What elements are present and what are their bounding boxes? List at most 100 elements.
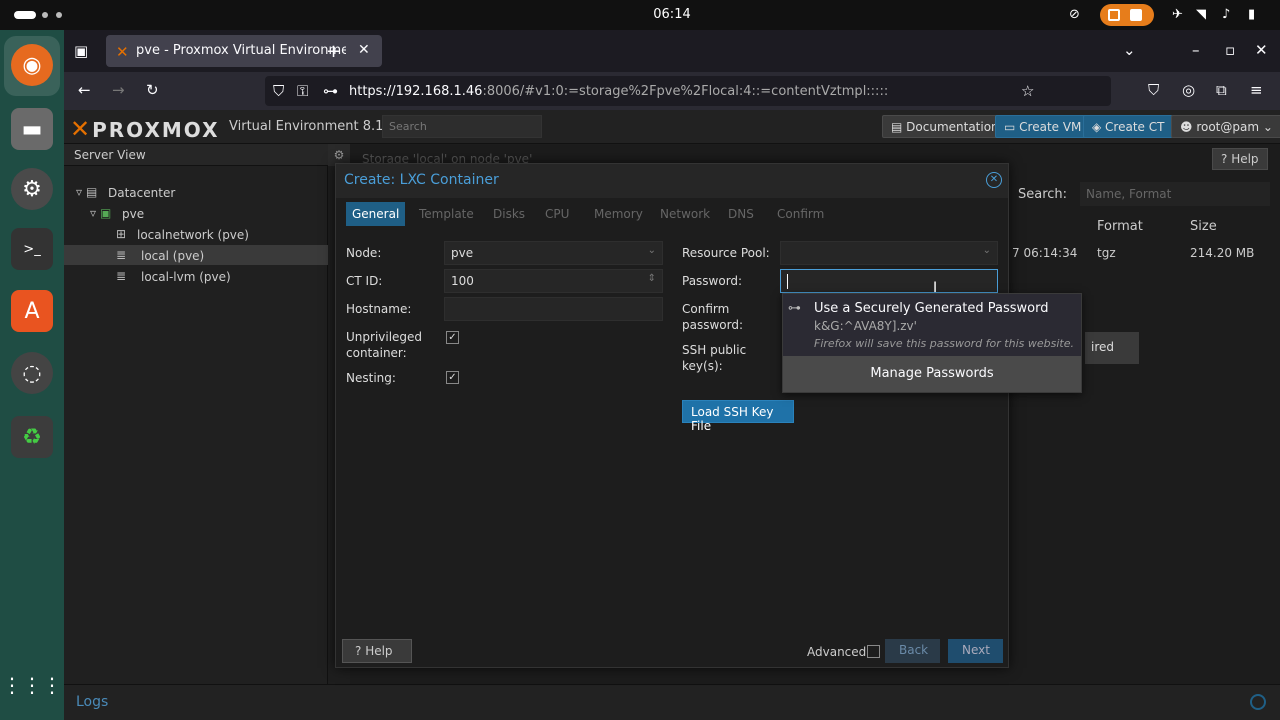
workspace-dot[interactable] <box>42 12 48 18</box>
back-icon[interactable]: ← <box>78 81 91 99</box>
app-center-icon[interactable]: A <box>11 290 53 332</box>
tab-general[interactable]: General <box>346 202 406 226</box>
new-tab-icon[interactable]: + <box>326 41 341 62</box>
dialog-title-bar[interactable]: Create: LXC Container ✕ <box>336 164 1008 198</box>
volume-icon[interactable]: ♪ <box>1222 6 1230 24</box>
proxmox-x-icon: ✕ <box>70 115 93 143</box>
close-icon[interactable]: ✕ <box>986 172 1002 188</box>
confirm-password-label: Confirm password: <box>682 302 744 332</box>
use-generated-password-option[interactable]: Use a Securely Generated Password <box>814 301 1048 316</box>
maximize-icon[interactable]: ▫ <box>1225 41 1235 59</box>
password-suggestion-popup: ⊶ Use a Securely Generated Password k&G:… <box>782 293 1082 393</box>
storage-icon: ≣ <box>116 269 127 283</box>
forward-icon[interactable]: → <box>112 81 125 99</box>
tree-item-local[interactable]: ≣ local (pve) <box>64 245 328 265</box>
spinner-icon[interactable]: ⇕ <box>648 273 656 284</box>
disk-icon[interactable]: ◌ <box>11 352 53 394</box>
bookmark-star-icon[interactable]: ☆ <box>1021 82 1034 100</box>
pocket-icon[interactable]: ⛉ <box>1148 81 1159 99</box>
tab-memory[interactable]: Memory <box>588 202 649 226</box>
screen-share-indicator[interactable] <box>1100 4 1154 26</box>
tab-confirm[interactable]: Confirm <box>771 202 830 226</box>
expand-icon[interactable]: ▿ <box>90 206 96 220</box>
hostname-label: Hostname: <box>346 302 412 316</box>
settings-icon[interactable]: ⚙ <box>11 168 53 210</box>
logs-label: Logs <box>76 694 109 710</box>
url-text: https://192.168.1.46:8006/#v1:0:=storage… <box>349 84 889 99</box>
help-button[interactable]: ? Help <box>342 639 412 663</box>
url-bar[interactable]: ⛉ ⚿ ⊶ https://192.168.1.46:8006/#v1:0:=s… <box>265 76 1111 106</box>
tree-item-pve[interactable]: ▿ ▣ pve <box>64 203 328 223</box>
node-select[interactable]: pve ⌄ <box>444 241 663 265</box>
wifi-icon[interactable]: ◥ <box>1196 6 1206 24</box>
partial-button[interactable]: ired <box>1085 332 1139 364</box>
terminal-icon[interactable]: >_ <box>11 228 53 270</box>
tab-disks[interactable]: Disks <box>487 202 531 226</box>
hostname-field[interactable] <box>444 297 663 321</box>
resource-pool-select[interactable]: ⌄ <box>780 241 998 265</box>
advanced-checkbox[interactable] <box>867 645 880 658</box>
content-search-input[interactable]: Name, Format <box>1080 182 1270 206</box>
node-label: Node: <box>346 246 382 260</box>
search-input[interactable]: Search <box>382 115 542 138</box>
collapse-icon[interactable] <box>1250 694 1266 710</box>
key-icon: ⊶ <box>788 301 801 316</box>
files-icon[interactable]: ▬ <box>11 108 53 150</box>
documentation-button[interactable]: ▤ Documentation <box>882 115 1008 138</box>
password-field[interactable] <box>780 269 998 293</box>
storage-icon: ≣ <box>116 248 127 262</box>
next-button[interactable]: Next <box>948 639 1003 663</box>
chevron-down-icon[interactable]: ⌄ <box>1123 41 1136 59</box>
version-label: Virtual Environment 8.1.4 <box>229 119 396 134</box>
menu-icon[interactable]: ≡ <box>1250 81 1263 99</box>
tab-list-icon[interactable]: ▣ <box>74 42 88 60</box>
server-view-selector[interactable]: Server View <box>64 144 328 166</box>
column-header-size[interactable]: Size <box>1190 219 1217 234</box>
minimize-icon[interactable]: – <box>1192 41 1200 59</box>
account-icon[interactable]: ◎ <box>1182 81 1195 99</box>
proxmox-favicon-icon: ✕ <box>116 43 129 61</box>
trash-icon[interactable]: ♻ <box>11 416 53 458</box>
extensions-icon[interactable]: ⧉ <box>1216 81 1227 99</box>
create-vm-button[interactable]: ▭ Create VM <box>995 115 1091 138</box>
ctid-spinner[interactable]: 100 ⇕ <box>444 269 663 293</box>
workspace-dot[interactable] <box>56 12 62 18</box>
activities-indicator[interactable] <box>14 11 36 19</box>
load-ssh-key-button[interactable]: Load SSH Key File <box>682 400 794 433</box>
reload-icon[interactable]: ↻ <box>146 81 159 99</box>
create-ct-button[interactable]: ◈ Create CT <box>1083 115 1174 138</box>
tree-item-datacenter[interactable]: ▿ ▤ Datacenter <box>64 182 328 202</box>
user-menu-button[interactable]: ☻ root@pam ⌄ <box>1171 115 1280 138</box>
tree-item-local-lvm[interactable]: ≣ local-lvm (pve) <box>64 266 328 286</box>
log-panel[interactable]: Logs <box>64 684 1280 720</box>
chevron-down-icon[interactable]: ⌄ <box>648 245 656 256</box>
resource-tree: Server View ▿ ▤ Datacenter ▿ ▣ pve ⊞ loc… <box>64 144 328 684</box>
app-grid-icon[interactable]: ⋮⋮⋮ <box>2 664 62 706</box>
manage-passwords-button[interactable]: Manage Passwords <box>783 356 1081 392</box>
shield-icon[interactable]: ⛉ <box>273 82 284 100</box>
tab-cpu[interactable]: CPU <box>539 202 575 226</box>
expand-icon[interactable]: ▿ <box>76 185 82 199</box>
column-header-format[interactable]: Format <box>1097 219 1143 234</box>
key-icon[interactable]: ⊶ <box>323 82 338 100</box>
lock-icon[interactable]: ⚿ <box>297 82 308 100</box>
table-cell-date: 7 06:14:34 <box>1012 246 1078 260</box>
network-icon: ⊞ <box>116 227 127 241</box>
close-window-icon[interactable]: ✕ <box>1255 41 1268 59</box>
nesting-checkbox[interactable]: ✓ <box>446 371 459 384</box>
unprivileged-checkbox[interactable]: ✓ <box>446 331 459 344</box>
tab-network[interactable]: Network <box>654 202 716 226</box>
help-button[interactable]: ? Help <box>1212 148 1268 170</box>
back-button[interactable]: Back <box>885 639 940 663</box>
close-tab-icon[interactable]: ✕ <box>358 42 370 58</box>
chevron-down-icon[interactable]: ⌄ <box>983 245 991 256</box>
no-entry-icon[interactable]: ⊘ <box>1069 6 1080 24</box>
firefox-icon[interactable]: ◉ <box>11 44 53 86</box>
tab-template[interactable]: Template <box>413 202 480 226</box>
tab-dns[interactable]: DNS <box>722 202 760 226</box>
battery-icon[interactable]: ▮ <box>1248 6 1255 24</box>
tree-item-localnetwork[interactable]: ⊞ localnetwork (pve) <box>64 224 328 244</box>
clock[interactable]: 06:14 <box>640 7 704 22</box>
table-cell-size: 214.20 MB <box>1190 246 1255 260</box>
airplane-icon[interactable]: ✈ <box>1172 6 1183 24</box>
